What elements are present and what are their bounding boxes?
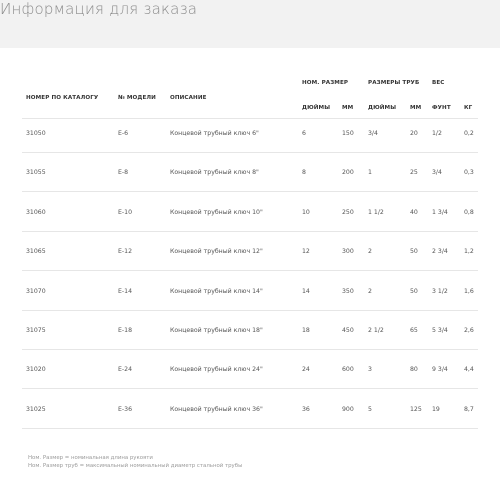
cell-description: Концевой трубный ключ 14" xyxy=(170,288,263,295)
footnotes: Ном. Размер = номинальная длина рукояти … xyxy=(28,454,242,470)
row-divider xyxy=(22,270,478,271)
cell-mm: 350 xyxy=(342,288,354,295)
cell-mm: 200 xyxy=(342,169,354,176)
cell-kg: 1,2 xyxy=(464,248,474,255)
header-nominal-size: НОМ. РАЗМЕР xyxy=(302,80,349,86)
cell-kg: 2,6 xyxy=(464,327,474,334)
cell-model-number: E-14 xyxy=(118,288,133,295)
row-divider xyxy=(22,349,478,350)
cell-description: Концевой трубный ключ 10" xyxy=(170,209,263,216)
cell-mm: 150 xyxy=(342,130,354,137)
header-pounds: ФУНТ xyxy=(432,105,451,111)
order-info-panel xyxy=(0,48,500,483)
footnote-pipe-size: Ном. Размер труб = максимальный номиналь… xyxy=(28,463,243,469)
cell-pipe-mm: 65 xyxy=(410,327,418,334)
cell-model-number: E-8 xyxy=(118,169,129,176)
header-mm: ММ xyxy=(342,105,354,111)
cell-model-number: E-12 xyxy=(118,248,133,255)
row-divider xyxy=(22,191,478,192)
row-divider xyxy=(22,428,478,429)
cell-inches: 6 xyxy=(302,130,306,137)
row-divider xyxy=(22,152,478,153)
cell-catalog-number: 31070 xyxy=(26,288,46,295)
cell-pounds: 1 3/4 xyxy=(432,209,448,216)
row-divider xyxy=(22,388,478,389)
cell-inches: 8 xyxy=(302,169,306,176)
header-model-number: № МОДЕЛИ xyxy=(118,95,156,101)
cell-catalog-number: 31075 xyxy=(26,327,46,334)
cell-pipe-inches: 2 xyxy=(368,248,372,255)
cell-mm: 600 xyxy=(342,366,354,373)
cell-model-number: E-6 xyxy=(118,130,129,137)
cell-mm: 300 xyxy=(342,248,354,255)
cell-pounds: 3/4 xyxy=(432,169,442,176)
cell-kg: 0,8 xyxy=(464,209,474,216)
cell-pounds: 1/2 xyxy=(432,130,442,137)
footnote-nominal-size: Ном. Размер = номинальная длина рукояти xyxy=(28,455,153,461)
cell-inches: 24 xyxy=(302,366,310,373)
header-weight: ВЕС xyxy=(432,80,445,86)
cell-kg: 0,3 xyxy=(464,169,474,176)
header-pipe-sizes: РАЗМЕРЫ ТРУБ xyxy=(368,80,420,86)
cell-pipe-mm: 50 xyxy=(410,248,418,255)
cell-inches: 12 xyxy=(302,248,310,255)
cell-catalog-number: 31065 xyxy=(26,248,46,255)
cell-mm: 450 xyxy=(342,327,354,334)
cell-pipe-mm: 125 xyxy=(410,406,422,413)
cell-pipe-inches: 5 xyxy=(368,406,372,413)
cell-inches: 18 xyxy=(302,327,310,334)
header-description: ОПИСАНИЕ xyxy=(170,95,207,101)
cell-model-number: E-18 xyxy=(118,327,133,334)
cell-description: Концевой трубный ключ 6" xyxy=(170,130,259,137)
cell-catalog-number: 31025 xyxy=(26,406,46,413)
cell-catalog-number: 31055 xyxy=(26,169,46,176)
cell-pipe-inches: 3/4 xyxy=(368,130,378,137)
cell-kg: 1,6 xyxy=(464,288,474,295)
cell-pipe-mm: 25 xyxy=(410,169,418,176)
cell-pipe-mm: 40 xyxy=(410,209,418,216)
header-divider xyxy=(22,118,478,119)
cell-model-number: E-24 xyxy=(118,366,133,373)
cell-pipe-inches: 3 xyxy=(368,366,372,373)
row-divider xyxy=(22,310,478,311)
cell-pounds: 9 3/4 xyxy=(432,366,448,373)
cell-pounds: 5 3/4 xyxy=(432,327,448,334)
cell-description: Концевой трубный ключ 24" xyxy=(170,366,263,373)
cell-catalog-number: 31060 xyxy=(26,209,46,216)
cell-pipe-inches: 1 xyxy=(368,169,372,176)
cell-description: Концевой трубный ключ 36" xyxy=(170,406,263,413)
cell-pounds: 19 xyxy=(432,406,440,413)
header-kg: КГ xyxy=(464,105,473,111)
cell-pounds: 3 1/2 xyxy=(432,288,448,295)
cell-pounds: 2 3/4 xyxy=(432,248,448,255)
cell-inches: 36 xyxy=(302,406,310,413)
cell-model-number: E-10 xyxy=(118,209,133,216)
cell-description: Концевой трубный ключ 18" xyxy=(170,327,263,334)
cell-pipe-inches: 2 xyxy=(368,288,372,295)
cell-pipe-inches: 2 1/2 xyxy=(368,327,384,334)
cell-pipe-inches: 1 1/2 xyxy=(368,209,384,216)
cell-inches: 14 xyxy=(302,288,310,295)
cell-catalog-number: 31050 xyxy=(26,130,46,137)
header-catalog-number: НОМЕР ПО КАТАЛОГУ xyxy=(26,95,99,101)
cell-catalog-number: 31020 xyxy=(26,366,46,373)
cell-pipe-mm: 50 xyxy=(410,288,418,295)
header-pipe-mm: ММ xyxy=(410,105,422,111)
cell-pipe-mm: 80 xyxy=(410,366,418,373)
cell-description: Концевой трубный ключ 8" xyxy=(170,169,259,176)
cell-mm: 900 xyxy=(342,406,354,413)
cell-inches: 10 xyxy=(302,209,310,216)
page-title: Информация для заказа xyxy=(0,0,198,18)
header-inches: ДЮЙМЫ xyxy=(302,105,331,111)
cell-pipe-mm: 20 xyxy=(410,130,418,137)
row-divider xyxy=(22,231,478,232)
cell-description: Концевой трубный ключ 12" xyxy=(170,248,263,255)
cell-kg: 8,7 xyxy=(464,406,474,413)
cell-model-number: E-36 xyxy=(118,406,133,413)
cell-kg: 0,2 xyxy=(464,130,474,137)
cell-mm: 250 xyxy=(342,209,354,216)
header-pipe-inches: ДЮЙМЫ xyxy=(368,105,397,111)
cell-kg: 4,4 xyxy=(464,366,474,373)
